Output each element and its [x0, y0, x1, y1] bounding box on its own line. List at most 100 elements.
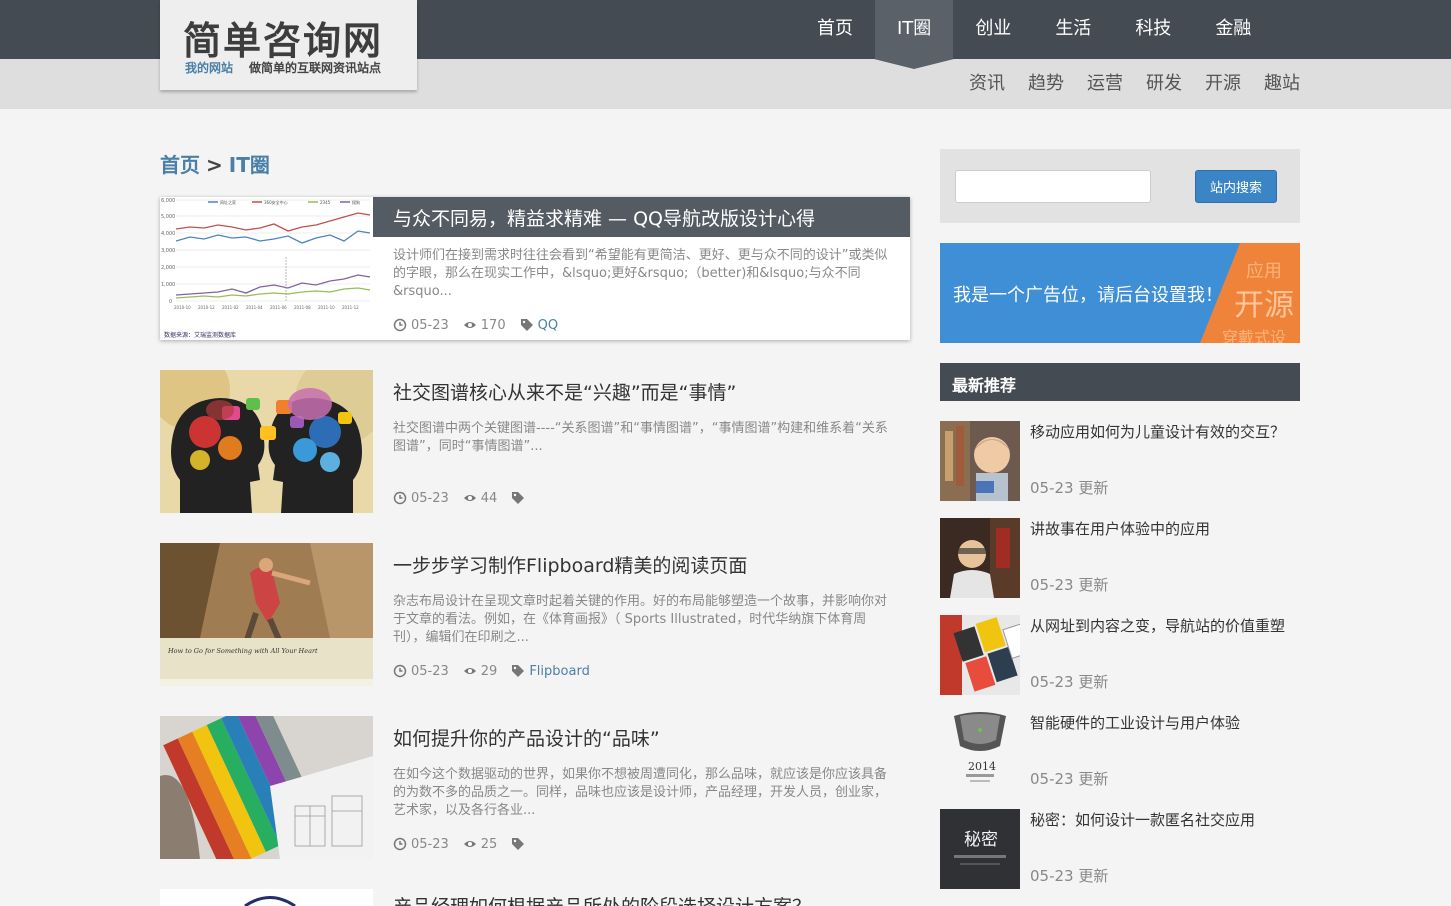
nav-item-home[interactable]: 首页: [795, 0, 875, 59]
subnav-item-opensource[interactable]: 开源: [1205, 59, 1241, 109]
line-chart-thumbnail: 6,000 5,000 4,000 3,000 2,000 1,000 0 网址之家 360…: [160, 197, 373, 340]
nav-item-startup[interactable]: 创业: [953, 0, 1033, 59]
breadcrumb-current[interactable]: IT圈: [229, 153, 270, 177]
logo-slogan: 做简单的互联网资讯站点: [249, 61, 382, 75]
svg-text:3,000: 3,000: [161, 248, 175, 254]
recommend-item[interactable]: 讲故事在用户体验中的应用 05-23 更新: [940, 518, 1300, 598]
search-button[interactable]: 站内搜索: [1195, 170, 1277, 203]
thumb-caption: How to Go for Something with All Your He…: [167, 647, 318, 655]
article-tag[interactable]: QQ: [538, 318, 558, 333]
recommend-item-title[interactable]: 秘密：如何设计一款匿名社交应用: [1030, 809, 1292, 832]
navigation-sites-thumbnail: [940, 615, 1020, 695]
article-card[interactable]: 如何提升你的产品设计的“品味” 在如今这个数据驱动的世界，如果你不想被周遭同化，…: [160, 716, 910, 859]
article-title[interactable]: 社交图谱核心从来不是“兴趣”而是“事情”: [393, 378, 736, 405]
recommend-item-title[interactable]: 讲故事在用户体验中的应用: [1030, 518, 1292, 541]
article-views: 29: [480, 663, 498, 679]
recommend-item-title[interactable]: 从网址到内容之变，导航站的价值重塑: [1030, 615, 1292, 638]
subnav-item-dev[interactable]: 研发: [1146, 59, 1182, 109]
recommend-thumbnail[interactable]: [940, 421, 1020, 501]
recommend-item-date: 05-23 更新: [1030, 479, 1109, 497]
article-title[interactable]: 如何提升你的产品设计的“品味”: [393, 724, 660, 751]
article-excerpt: 设计师们在接到需求时往往会看到“希望能有更简洁、更好、更与众不同的设计”或类似的…: [393, 248, 888, 299]
subnav-item-news[interactable]: 资讯: [969, 59, 1005, 109]
legend-entry: 网址之家: [220, 199, 236, 205]
svg-text:2011-08: 2011-08: [294, 305, 311, 310]
recommend-item-title[interactable]: 智能硬件的工业设计与用户体验: [1030, 712, 1292, 735]
article-thumbnail[interactable]: How to Go for Something with All Your He…: [160, 543, 373, 686]
recommend-item[interactable]: 秘密 秘密：如何设计一款匿名社交应用 05-23 更新: [940, 809, 1300, 889]
legend-entry: 搜狗: [352, 199, 360, 205]
svg-text:2011-02: 2011-02: [222, 305, 239, 310]
clock-icon: [393, 491, 407, 505]
nav-item-finance[interactable]: 金融: [1193, 0, 1273, 59]
tag-icon: [512, 665, 525, 677]
article-meta: 05-23 170 QQ: [393, 317, 558, 333]
article-tag[interactable]: Flipboard: [529, 664, 590, 679]
site-logo[interactable]: 简单咨询网 我的网站 做简单的互联网资讯站点: [160, 0, 417, 90]
article-thumbnail[interactable]: [160, 370, 373, 513]
nav-item-it[interactable]: IT圈: [874, 0, 955, 69]
search-input[interactable]: [955, 170, 1151, 203]
secret-app-thumbnail: 秘密: [940, 809, 1020, 889]
article-thumbnail[interactable]: 6,000 5,000 4,000 3,000 2,000 1,000 0 网址之家 360…: [160, 197, 373, 340]
recommend-item-date: 05-23 更新: [1030, 673, 1109, 691]
recommend-item-title[interactable]: 移动应用如何为儿童设计有效的交互？: [1030, 421, 1292, 444]
nav-item-label: IT圈: [897, 18, 932, 39]
article-views: 44: [480, 490, 498, 506]
article-title-partial[interactable]: 产品经理如何根据产品所处的阶段选择设计方案？: [393, 892, 811, 906]
recommend-thumbnail[interactable]: [940, 518, 1020, 598]
recommend-item[interactable]: 移动应用如何为儿童设计有效的交互？ 05-23 更新: [940, 421, 1300, 501]
main-nav: 首页 IT圈 创业 生活 科技 金融: [795, 0, 1273, 69]
article-views: 25: [480, 836, 498, 852]
recommend-item[interactable]: 从网址到内容之变，导航站的价值重塑 05-23 更新: [940, 615, 1300, 695]
subnav-item-operations[interactable]: 运营: [1087, 59, 1123, 109]
article-card[interactable]: How to Go for Something with All Your He…: [160, 543, 910, 686]
recommend-title: 最新推荐: [952, 376, 1017, 395]
tag-icon: [512, 492, 525, 504]
article-date: 05-23: [411, 490, 449, 506]
article-title[interactable]: 与众不同易，精益求精难 — QQ导航改版设计心得: [393, 204, 815, 231]
ad-banner[interactable]: 应用 开源 穿戴式设 我是一个广告位，请后台设置我！: [940, 243, 1300, 343]
article-meta: 05-23 25: [393, 836, 529, 852]
breadcrumb: 首页 > IT圈: [160, 149, 270, 178]
article-date: 05-23: [411, 663, 449, 679]
partial-thumbnail: [160, 889, 373, 906]
article-card[interactable]: 6,000 5,000 4,000 3,000 2,000 1,000 0 网址之家 360…: [160, 197, 910, 340]
recommend-item-date: 05-23 更新: [1030, 770, 1109, 788]
article-thumbnail[interactable]: [160, 889, 373, 906]
breadcrumb-home[interactable]: 首页: [160, 153, 200, 177]
recommend-item[interactable]: 2014 智能硬件的工业设计与用户体验 05-23 更新: [940, 712, 1300, 792]
tag-icon: [512, 838, 525, 850]
eye-icon: [463, 322, 476, 328]
eye-icon: [463, 668, 476, 674]
color-swatches-thumbnail: [160, 716, 373, 859]
article-views: 170: [480, 317, 506, 333]
nav-item-tech[interactable]: 科技: [1113, 0, 1193, 59]
ad-art-word: 应用: [1246, 261, 1282, 282]
nav-item-life[interactable]: 生活: [1033, 0, 1113, 59]
recommend-thumbnail[interactable]: 2014: [940, 712, 1020, 792]
logo-title: 简单咨询网: [183, 19, 384, 63]
article-thumbnail[interactable]: [160, 716, 373, 859]
article-excerpt: 杂志布局设计在呈现文章时起着关键的作用。好的布局能够塑造一个故事，并影响你对于文…: [393, 594, 888, 645]
legend-entry: 360安全中心: [264, 199, 288, 205]
recommend-thumbnail[interactable]: 秘密: [940, 809, 1020, 889]
article-card[interactable]: 社交图谱核心从来不是“兴趣”而是“事情” 社交图谱中两个关键图谱----“关系图…: [160, 370, 910, 513]
climber-photo-thumbnail: How to Go for Something with All Your He…: [160, 543, 373, 686]
chart-source-caption: 数据来源：艾瑞监测数据库: [164, 331, 236, 339]
article-title[interactable]: 一步步学习制作Flipboard精美的阅读页面: [393, 551, 747, 578]
ad-art-word: 穿戴式设: [1222, 328, 1286, 343]
recommend-thumbnail[interactable]: [940, 615, 1020, 695]
ad-art-word: 开源: [1234, 288, 1294, 323]
subnav-item-trends[interactable]: 趋势: [1028, 59, 1064, 109]
svg-text:6,000: 6,000: [161, 198, 175, 204]
svg-text:2010-10: 2010-10: [174, 305, 191, 310]
child-photo-thumbnail: [940, 421, 1020, 501]
subnav-item-fun[interactable]: 趣站: [1264, 59, 1300, 109]
eye-icon: [463, 495, 476, 501]
svg-text:2011-12: 2011-12: [342, 305, 359, 310]
recommend-header: 最新推荐: [940, 363, 1300, 401]
svg-text:2011-10: 2011-10: [318, 305, 335, 310]
recommend-item-date: 05-23 更新: [1030, 867, 1109, 885]
svg-text:2011-04: 2011-04: [246, 305, 263, 310]
